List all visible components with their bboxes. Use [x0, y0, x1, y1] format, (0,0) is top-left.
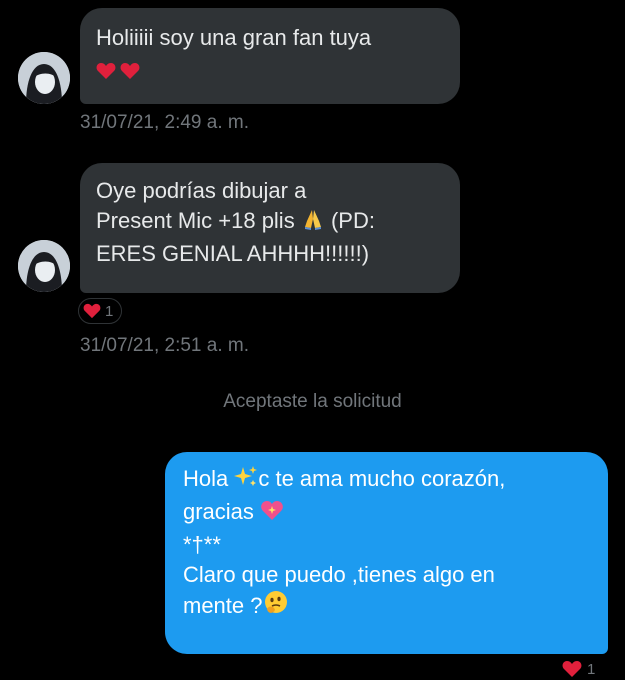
thinking-face-icon	[263, 590, 289, 624]
message-text: Holiiiii soy una gran fan tuya	[96, 25, 372, 50]
sparkles-icon	[234, 465, 258, 497]
reply-reaction[interactable]: 1	[562, 660, 595, 678]
message-timestamp: 31/07/21, 2:51 a. m.	[80, 335, 250, 356]
red-heart-icon	[562, 661, 582, 677]
red-heart-icon	[96, 63, 116, 80]
message-timestamp: 31/07/21, 2:49 a. m.	[80, 112, 250, 133]
message-text: Oye podrías dibujar a	[96, 178, 307, 203]
avatar-image	[18, 52, 70, 104]
red-heart-icon	[83, 303, 101, 319]
avatar-image	[18, 240, 70, 292]
reply-line: *†**	[183, 532, 221, 557]
reply-line: Hola c te ama mucho corazón,	[183, 464, 590, 497]
emoji-row	[96, 55, 444, 85]
reply-line: Claro que puedo ,tienes algo en	[183, 562, 495, 587]
message-bubble[interactable]: Holiiiii soy una gran fan tuya	[80, 8, 460, 104]
folded-hands-icon	[301, 207, 325, 239]
sender-avatar[interactable]	[18, 240, 70, 292]
sparkling-heart-icon	[260, 498, 284, 530]
reply-bubble[interactable]: Hola c te ama mucho corazón, gracias *†*…	[165, 452, 608, 654]
message-text-line: Present Mic +18 plis (PD:	[96, 206, 444, 239]
reply-line: mente ?	[183, 590, 590, 624]
sender-avatar[interactable]	[18, 52, 70, 104]
red-heart-icon	[120, 63, 140, 80]
system-message: Aceptaste la solicitud	[223, 391, 402, 412]
message-text-line: ERES GENIAL AHHHH!!!!!!)	[96, 241, 370, 266]
message-bubble[interactable]: Oye podrías dibujar a Present Mic +18 pl…	[80, 163, 460, 293]
reaction-count: 1	[105, 302, 114, 320]
reaction-badge[interactable]: 1	[78, 298, 123, 324]
reply-line: gracias	[183, 497, 590, 530]
reaction-count: 1	[587, 660, 596, 678]
